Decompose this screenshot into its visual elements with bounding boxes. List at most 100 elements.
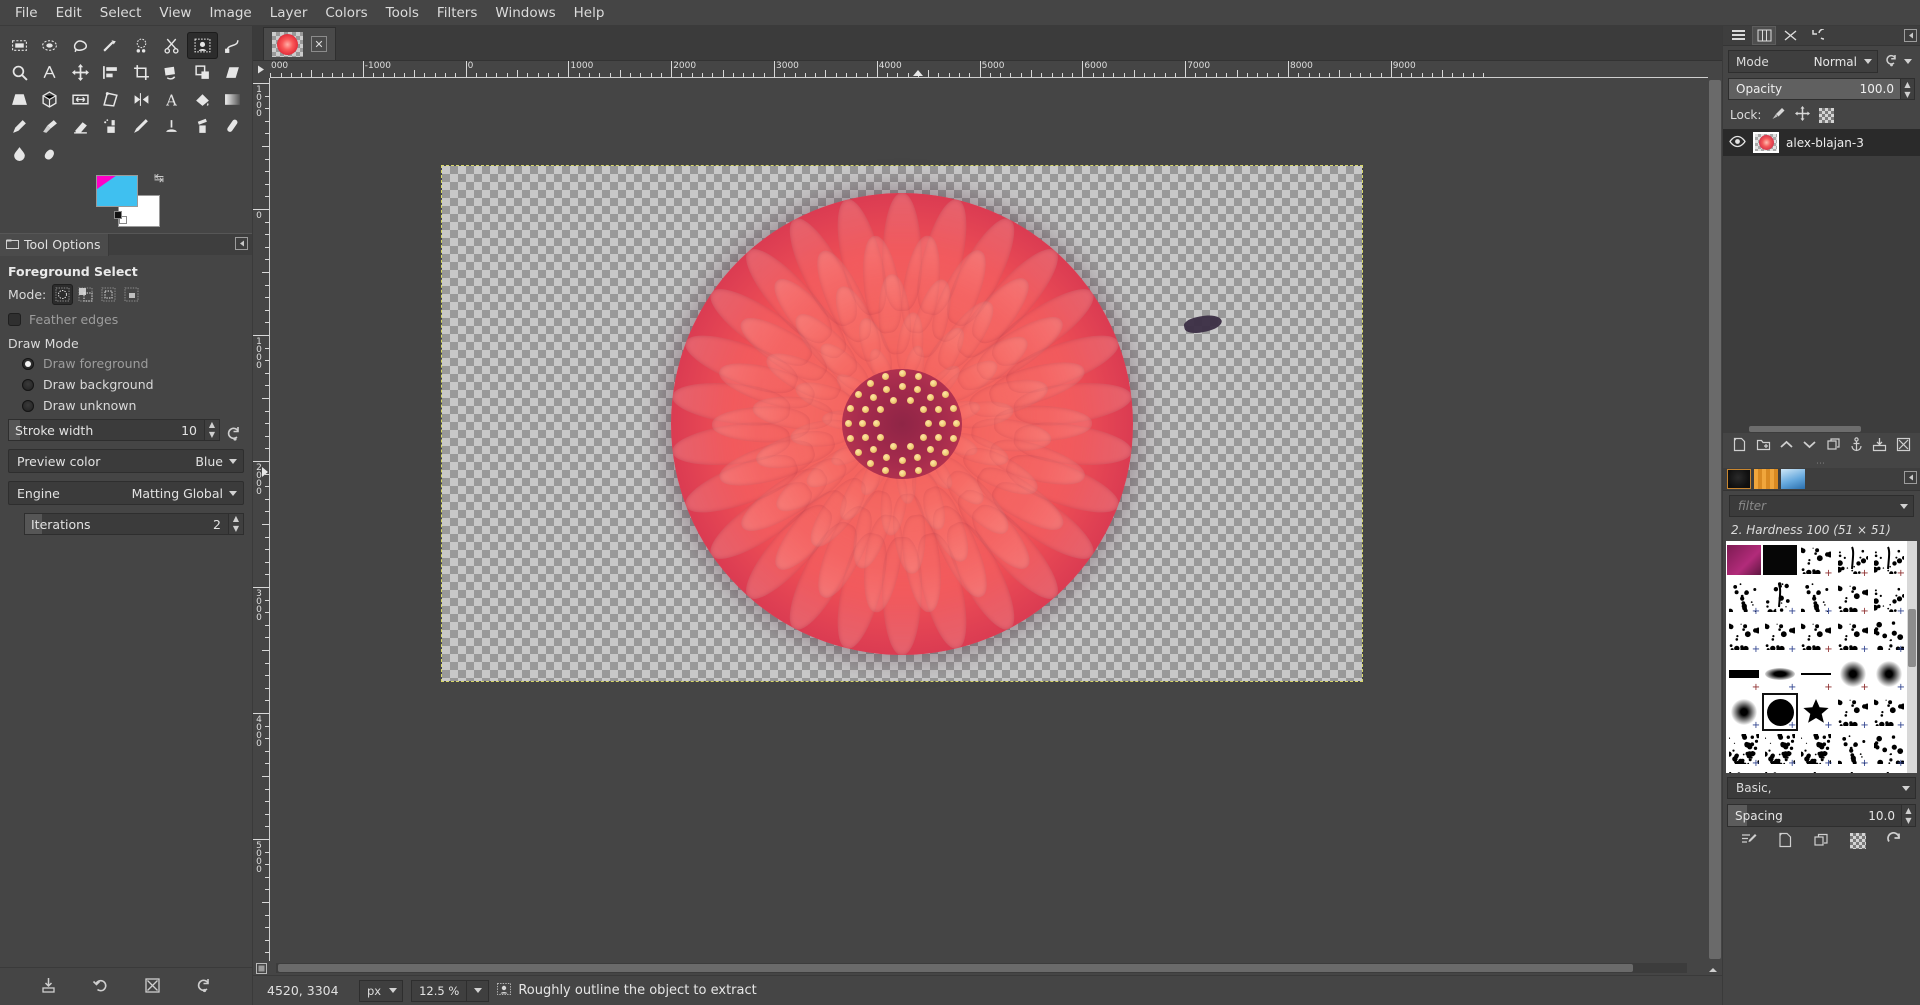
mode-intersect-button[interactable] [121,284,142,305]
foreground-select-icon[interactable] [187,32,218,59]
feather-edges-checkbox[interactable] [8,313,21,326]
brush-cell[interactable]: + [1835,655,1871,693]
iterations-value[interactable]: 2 [213,517,221,532]
layers-dock-menu-icon[interactable] [1904,29,1917,45]
menu-tools[interactable]: Tools [377,2,428,24]
brush-cell[interactable]: + [1835,693,1871,731]
brush-grid[interactable]: ++++++++++++++++++++++++++++++++++++++ [1726,541,1907,773]
menu-edit[interactable]: Edit [47,2,91,24]
brush-cell[interactable]: + [1726,579,1762,617]
brush-cell[interactable]: + [1871,541,1907,579]
layer-opacity-slider[interactable]: Opacity 100.0 ▲▼ [1728,78,1915,100]
lock-alpha-icon[interactable] [1819,108,1834,123]
brush-filter-input[interactable]: filter [1729,495,1914,517]
alignment-icon[interactable] [96,59,127,86]
layers-tab[interactable] [1726,26,1750,45]
paintbrush-icon[interactable] [35,113,66,140]
brush-cell[interactable]: + [1762,617,1798,655]
brush-tag-combo[interactable]: Basic, [1727,777,1916,799]
raise-layer-icon[interactable] [1779,437,1794,455]
pencil-icon[interactable] [4,113,35,140]
new-layer-icon[interactable] [1732,437,1747,455]
draw-unknown-radio[interactable] [22,400,34,412]
brush-spacing-slider[interactable]: Spacing 10.0 ▲▼ [1727,804,1916,827]
close-icon[interactable]: ✕ [311,36,327,52]
brush-cell[interactable]: + [1798,541,1834,579]
paths-icon[interactable] [218,32,249,59]
draw-foreground-radio-row[interactable]: Draw foreground [8,356,244,371]
iterations-spinner[interactable]: Iterations 2 ▲▼ [24,513,244,535]
brush-cell[interactable]: + [1726,617,1762,655]
brush-cell[interactable]: + [1871,693,1907,731]
lower-layer-icon[interactable] [1802,437,1817,455]
menu-image[interactable]: Image [200,2,260,24]
shear-icon[interactable] [218,59,249,86]
engine-combo[interactable]: Engine Matting Global [8,481,244,505]
swap-colors-icon[interactable]: ↹ [154,171,164,185]
canvas-vertical-scrollbar[interactable] [1708,78,1722,961]
feather-edges-row[interactable]: Feather edges [8,312,244,327]
quickmask-toggle-icon[interactable] [253,963,270,974]
draw-foreground-radio[interactable] [22,358,34,370]
chevron-down-icon[interactable] [1900,504,1908,509]
zoom-dropdown-button[interactable] [467,980,489,1002]
new-brush-icon[interactable] [1777,832,1793,851]
lock-position-icon[interactable] [1795,106,1810,124]
fuzzy-select-icon[interactable] [96,32,127,59]
paths-tab[interactable] [1778,26,1802,45]
delete-layer-icon[interactable] [1896,437,1911,455]
heal-icon[interactable] [218,113,249,140]
duplicate-brush-icon[interactable] [1813,832,1829,851]
opacity-steppers[interactable]: ▲▼ [1900,79,1914,99]
reset-tool-options-icon[interactable] [196,977,213,997]
tool-options-menu-icon[interactable] [235,237,248,250]
anchor-layer-icon[interactable] [1849,437,1864,455]
unit-combo[interactable]: px [359,980,403,1002]
gradient-icon[interactable] [218,86,249,113]
brushes-dock-menu-icon[interactable] [1904,471,1917,487]
merge-down-icon[interactable] [1872,437,1887,455]
mypaint-brush-icon[interactable] [157,113,188,140]
layer-name[interactable]: alex-blajan-3 [1786,136,1864,150]
reset-layer-mode-icon[interactable] [1884,53,1899,71]
brush-cell[interactable]: + [1798,579,1834,617]
brush-cell[interactable]: + [1798,693,1834,731]
tab-tool-options[interactable]: Tool Options [0,234,109,256]
mode-replace-button[interactable] [52,284,73,305]
ellipse-select-icon[interactable] [35,32,66,59]
select-by-color-icon[interactable] [126,32,157,59]
preview-color-combo[interactable]: Preview color Blue [8,449,244,473]
lock-pixels-icon[interactable] [1771,106,1786,124]
brush-cell[interactable]: + [1726,693,1762,731]
menu-view[interactable]: View [150,2,200,24]
horizontal-ruler[interactable]: -2000-1000010002000300040005000600070008… [270,61,1708,78]
smudge-icon[interactable] [35,140,66,167]
menu-layer[interactable]: Layer [261,2,317,24]
brush-cell[interactable]: + [1835,769,1871,773]
brush-cell[interactable] [1762,541,1798,579]
new-layer-group-icon[interactable] [1756,437,1771,455]
draw-background-radio-row[interactable]: Draw background [8,377,244,392]
stroke-width-reset-icon[interactable] [226,425,244,443]
menu-select[interactable]: Select [91,2,151,24]
brush-cell[interactable]: + [1726,655,1762,693]
brush-cell[interactable]: + [1835,617,1871,655]
canvas-area[interactable] [270,78,1708,961]
iterations-steppers[interactable]: ▲▼ [228,514,243,534]
layer-list[interactable]: alex-blajan-3 [1723,129,1920,425]
blur-sharpen-icon[interactable] [4,140,35,167]
brush-cell[interactable]: + [1726,769,1762,773]
scale-icon[interactable] [187,59,218,86]
brush-cell[interactable]: + [1871,655,1907,693]
unified-transform-icon[interactable] [65,86,96,113]
undo-history-tab[interactable] [1804,26,1828,45]
flip-icon[interactable] [126,86,157,113]
brush-cell[interactable]: + [1798,769,1834,773]
brush-cell[interactable]: + [1762,693,1798,731]
scissors-select-icon[interactable] [157,32,188,59]
opacity-value[interactable]: 100.0 [1860,82,1894,96]
text-icon[interactable]: A [157,86,188,113]
save-tool-preset-icon[interactable] [40,977,57,997]
brush-cell[interactable]: + [1835,731,1871,769]
brush-cell[interactable]: + [1871,731,1907,769]
